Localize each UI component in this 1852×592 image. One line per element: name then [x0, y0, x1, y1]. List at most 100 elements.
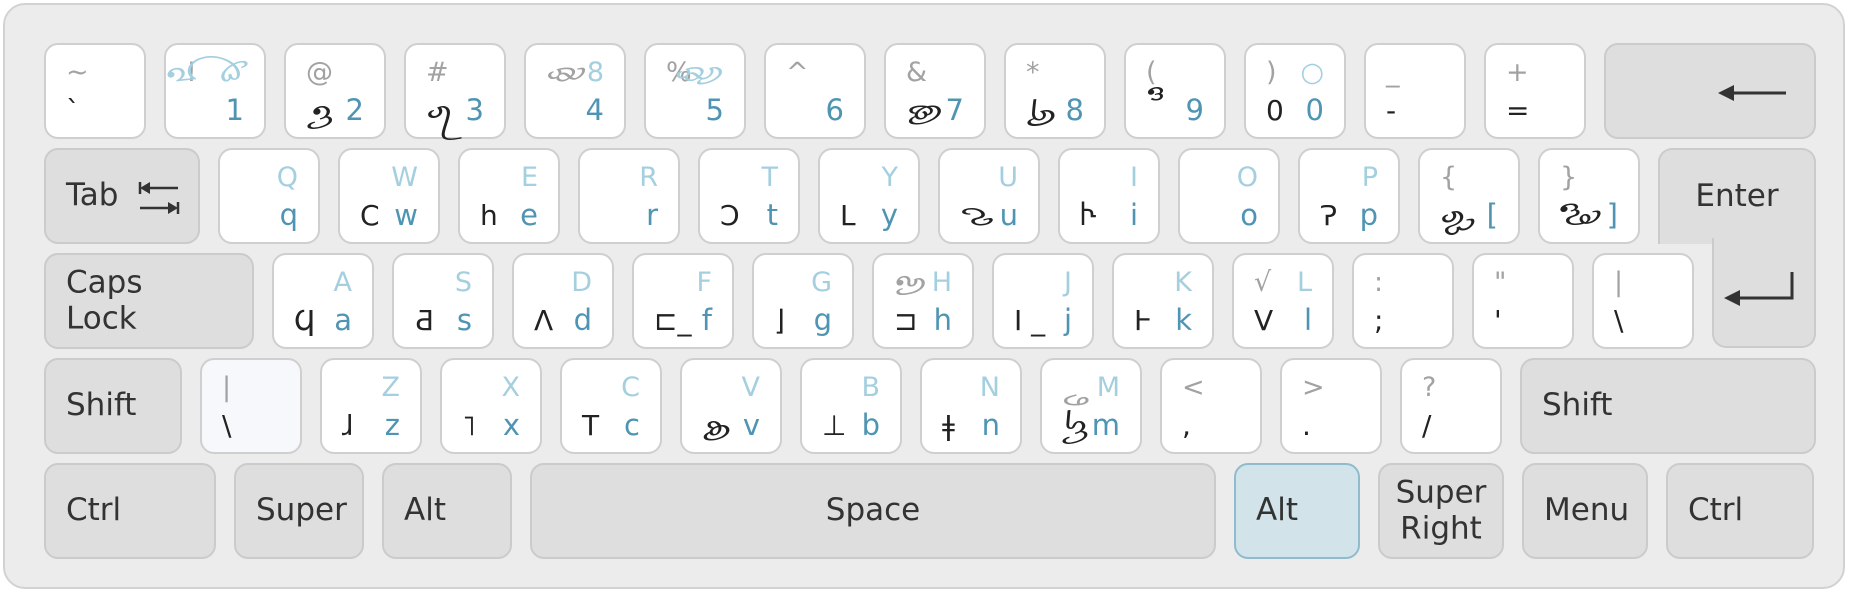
key-d-alt-shift: D [571, 269, 592, 296]
key-j[interactable]: I _ J j [992, 253, 1094, 349]
key-2[interactable]: @ 𑤂 𑤃 2 [284, 43, 386, 139]
key-quote[interactable]: " ' [1472, 253, 1574, 349]
key-semicolon-base: ; [1374, 307, 1383, 335]
key-n[interactable]: ǂ N n [920, 358, 1022, 454]
key-comma[interactable]: < , [1160, 358, 1262, 454]
key-r[interactable]: 𑤔 𑤕 R r [578, 148, 680, 244]
key-0[interactable]: ) 0 ○ 0 [1244, 43, 1346, 139]
key-s-alt-base: s [457, 306, 472, 335]
space-key[interactable]: Space [530, 463, 1216, 559]
key-t[interactable]: Ͻ T t [698, 148, 800, 244]
key-i-alt-base: i [1130, 201, 1138, 230]
key-backslash-base: \ [1614, 307, 1623, 335]
key-quote-shift: " [1494, 269, 1506, 296]
key-e-alt-base: e [520, 201, 538, 230]
key-backslash[interactable]: | \ [1592, 253, 1694, 349]
key-d-alt-base: d [574, 306, 592, 335]
key-5-alt-shift: 𑤉 [675, 59, 724, 86]
key-v-base: 𑤛 [702, 412, 732, 440]
key-9[interactable]: ( 𑤐 𑤑 9 [1124, 43, 1226, 139]
key-3[interactable]: # 𑤄 𑤅 3 [404, 43, 506, 139]
key-y-alt-base: y [881, 201, 898, 230]
key-i-alt-shift: I [1130, 164, 1138, 191]
key-minus-shift: _ [1386, 59, 1400, 86]
key-d[interactable]: Λ D d [512, 253, 614, 349]
menu-label: Menu [1544, 493, 1629, 529]
key-x[interactable]: ˥ X x [440, 358, 542, 454]
key-semicolon[interactable]: : ; [1352, 253, 1454, 349]
key-p[interactable]: Ɂ P p [1298, 148, 1400, 244]
key-f[interactable]: ⊏_ F f [632, 253, 734, 349]
key-q-alt-base: q [280, 201, 298, 230]
key-minus[interactable]: _ - [1364, 43, 1466, 139]
key-lbracket-shift: { [1440, 164, 1457, 191]
key-b[interactable]: ⊥ B b [800, 358, 902, 454]
enter-key-lower[interactable] [1712, 238, 1816, 348]
key-period[interactable]: > . [1280, 358, 1382, 454]
tab-key[interactable]: Tab [44, 148, 200, 244]
key-s-alt-shift: S [455, 269, 472, 296]
right-shift-key[interactable]: Shift [1520, 358, 1816, 454]
key-h[interactable]: 𑤚 ⊐ H h [872, 253, 974, 349]
key-6-shift: ^ [786, 59, 809, 86]
key-5[interactable]: % 𑤈 𑤉 5 [644, 43, 746, 139]
key-n-base: ǂ [942, 412, 955, 440]
key-equal[interactable]: + = [1484, 43, 1586, 139]
key-grave[interactable]: ~ ` [44, 43, 146, 139]
key-9-alt-base: 9 [1186, 96, 1204, 125]
menu-key[interactable]: Menu [1522, 463, 1648, 559]
key-6[interactable]: ^ 𑤊 𑤋 6 [764, 43, 866, 139]
key-o[interactable]: 𑤗 O o [1178, 148, 1280, 244]
key-iso-base: \ [222, 412, 231, 440]
key-4-alt-shift: 8 [587, 59, 604, 86]
backspace-key[interactable] [1604, 43, 1816, 139]
key-a-alt-base: a [334, 306, 352, 335]
key-7[interactable]: & 𑤌 𑤍 7 [884, 43, 986, 139]
key-0-base: 0 [1266, 97, 1284, 125]
enter-key[interactable]: Enter [1658, 148, 1816, 244]
key-e[interactable]: h E e [458, 148, 560, 244]
key-w[interactable]: C W w [338, 148, 440, 244]
right-alt-key[interactable]: Alt [1234, 463, 1360, 559]
caps-lock-key[interactable]: Caps Lock [44, 253, 254, 349]
key-g[interactable]: ⌋ G g [752, 253, 854, 349]
key-lbracket[interactable]: { 𑤘 [ [1418, 148, 1520, 244]
key-l-shift: √ [1254, 269, 1271, 296]
left-ctrl-key[interactable]: Ctrl [44, 463, 216, 559]
key-c[interactable]: T C c [560, 358, 662, 454]
key-slash[interactable]: ? / [1400, 358, 1502, 454]
key-z[interactable]: ɺ Z z [320, 358, 422, 454]
key-9-shift: ( [1146, 59, 1157, 86]
left-shift-key[interactable]: Shift [44, 358, 182, 454]
key-8[interactable]: * 𑤎 𑤏 8 [1004, 43, 1106, 139]
key-m[interactable]: 𑤜 𑤝 M m [1040, 358, 1142, 454]
key-i[interactable]: Ⴡ I i [1058, 148, 1160, 244]
super-key[interactable]: Super [234, 463, 364, 559]
key-1[interactable]: ! 𑤁 𑤀 1 [164, 43, 266, 139]
key-u[interactable]: 𑤖 U u [938, 148, 1040, 244]
key-4-alt-base: 4 [586, 96, 604, 125]
key-7-alt-base: 7 [946, 96, 964, 125]
key-4[interactable]: 𑤆 𑤇 8 4 [524, 43, 626, 139]
key-y[interactable]: L Y y [818, 148, 920, 244]
key-a[interactable]: Ϥ A a [272, 253, 374, 349]
key-p-alt-base: p [1360, 201, 1378, 230]
key-l[interactable]: √ V L l [1232, 253, 1334, 349]
left-alt-key[interactable]: Alt [382, 463, 512, 559]
key-t-base: Ͻ [720, 202, 740, 230]
key-n-alt-base: n [982, 411, 1000, 440]
key-r-alt-base: r [646, 201, 658, 230]
key-rbracket[interactable]: } 𑤙 ] [1538, 148, 1640, 244]
right-ctrl-key[interactable]: Ctrl [1666, 463, 1814, 559]
key-r-alt-shift: R [639, 164, 658, 191]
super-right-key[interactable]: Super Right [1378, 463, 1504, 559]
right-ctrl-label: Ctrl [1688, 493, 1743, 529]
key-q[interactable]: 𑤒 𑤓 Q q [218, 148, 320, 244]
key-k[interactable]: Ͱ K k [1112, 253, 1214, 349]
key-k-alt-base: k [1175, 306, 1192, 335]
key-v[interactable]: 𑤛 V v [680, 358, 782, 454]
key-iso-backslash[interactable]: | \ [200, 358, 302, 454]
key-s[interactable]: Ƌ S s [392, 253, 494, 349]
key-4-shift: 𑤆 [546, 59, 587, 86]
key-g-alt-base: g [814, 306, 832, 335]
